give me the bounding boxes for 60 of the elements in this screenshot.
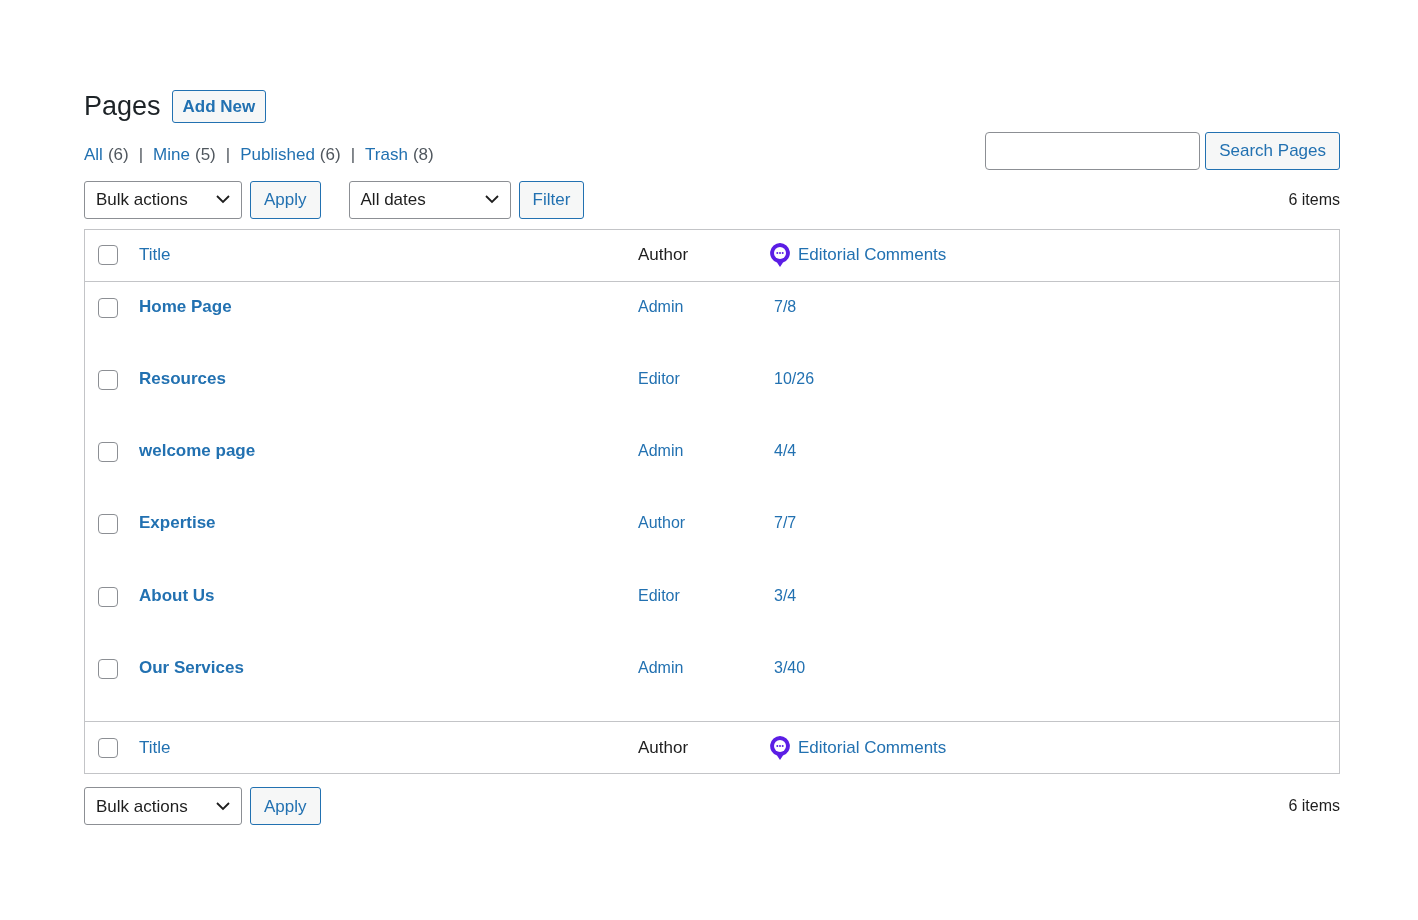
author-link[interactable]: Admin — [638, 293, 774, 319]
chevron-down-icon — [216, 801, 230, 811]
author-link[interactable]: Admin — [638, 438, 774, 464]
view-filter-link[interactable]: All — [84, 142, 103, 168]
page-title-link[interactable]: Home Page — [139, 293, 638, 319]
dropdown[interactable]: All dates — [348, 180, 511, 219]
page-title-link[interactable]: Our Services — [139, 655, 638, 681]
checkbox[interactable] — [98, 297, 118, 318]
column-header-link[interactable]: Title — [139, 242, 638, 268]
view-filter-link[interactable]: Mine — [153, 142, 190, 168]
comment-count-link[interactable]: 3/40 — [774, 655, 806, 680]
page-title-link[interactable]: welcome page — [139, 438, 638, 464]
separator: | — [225, 144, 231, 166]
item-count: 6 items — [1288, 796, 1340, 817]
page-title-link[interactable]: About Us — [139, 582, 638, 609]
page-title-link[interactable]: Resources — [139, 365, 638, 392]
column-header: Author — [638, 737, 690, 760]
search-field[interactable] — [985, 131, 1201, 170]
comment-count-link[interactable]: 10/26 — [774, 365, 815, 391]
filter-button[interactable]: Filter — [518, 180, 585, 219]
view-filter-link[interactable]: Published — [240, 142, 315, 168]
comment-count-link[interactable]: 3/4 — [774, 582, 797, 608]
author-link[interactable]: Editor — [638, 582, 774, 608]
item-count: 6 items — [1288, 189, 1340, 210]
view-count: (6) — [319, 144, 341, 166]
separator: | — [350, 144, 356, 166]
speech-bubble-icon — [769, 242, 791, 268]
page-title: Pages — [84, 90, 161, 123]
column-header-link[interactable]: Editorial Comments — [798, 735, 947, 761]
dropdown[interactable]: Bulk actions — [84, 787, 242, 826]
checkbox[interactable] — [98, 586, 118, 607]
speech-bubble-icon — [769, 734, 791, 761]
page-title-link[interactable]: Expertise — [139, 510, 638, 536]
view-count: (5) — [194, 144, 216, 166]
checkbox[interactable] — [98, 369, 118, 390]
comment-count-link[interactable]: 7/7 — [774, 510, 797, 536]
author-link[interactable]: Admin — [638, 655, 774, 680]
checkbox[interactable] — [98, 659, 118, 679]
view-count: (8) — [412, 144, 434, 166]
comment-count-link[interactable]: 7/8 — [774, 293, 797, 319]
separator: | — [138, 144, 144, 166]
column-header-link[interactable]: Title — [139, 735, 638, 761]
chevron-down-icon — [484, 195, 499, 204]
apply-button[interactable]: Apply — [250, 180, 321, 219]
checkbox[interactable] — [98, 442, 118, 463]
dropdown[interactable]: Bulk actions — [84, 180, 242, 219]
view-count: (6) — [107, 144, 129, 166]
chevron-down-icon — [216, 195, 230, 204]
checkbox[interactable] — [98, 737, 118, 758]
checkbox[interactable] — [98, 245, 118, 265]
add-new-button[interactable]: Add New — [171, 89, 267, 123]
search-button[interactable]: Search Pages — [1205, 131, 1340, 170]
checkbox[interactable] — [98, 514, 118, 535]
view-filter-link[interactable]: Trash — [365, 142, 408, 168]
apply-button[interactable]: Apply — [250, 787, 321, 826]
column-header-link[interactable]: Editorial Comments — [798, 242, 947, 268]
comment-count-link[interactable]: 4/4 — [774, 438, 797, 464]
author-link[interactable]: Author — [638, 510, 774, 536]
author-link[interactable]: Editor — [638, 365, 774, 391]
column-header: Author — [638, 244, 690, 267]
